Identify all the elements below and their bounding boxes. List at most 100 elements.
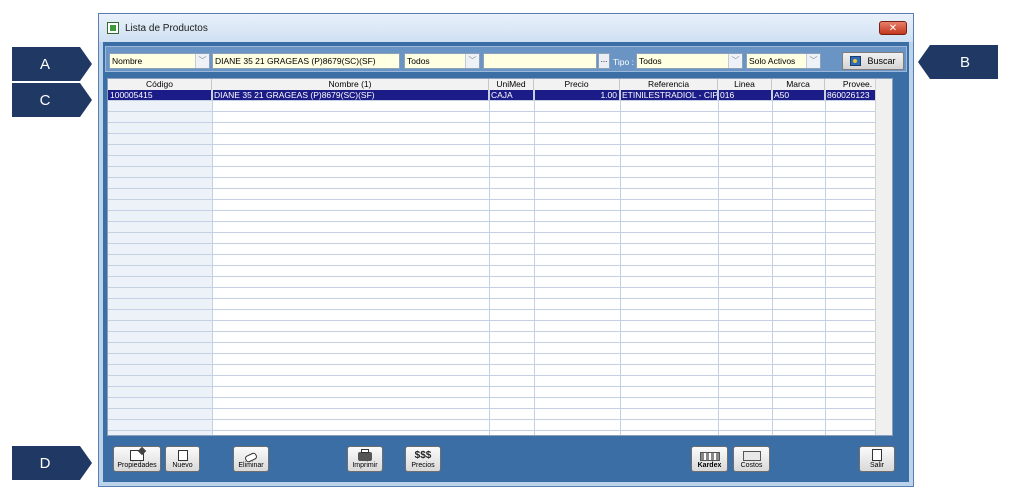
table-row[interactable] (108, 266, 892, 277)
edit-icon (130, 450, 144, 461)
window-title: Lista de Productos (125, 22, 208, 34)
table-row[interactable] (108, 343, 892, 354)
delete-button[interactable]: Eliminar (233, 446, 269, 472)
col-header-linea[interactable]: Linea (718, 79, 772, 90)
field-select[interactable]: Nombre ﹀ (109, 53, 210, 69)
col-header-referencia[interactable]: Referencia (620, 79, 718, 90)
table-row[interactable] (108, 288, 892, 299)
table-row[interactable] (108, 211, 892, 222)
exit-label: Salir (869, 462, 884, 469)
callout-d: D (12, 446, 92, 480)
new-button[interactable]: Nuevo (165, 446, 200, 472)
exit-icon (872, 449, 882, 461)
properties-label: Propiedades (117, 462, 157, 469)
column-separator (718, 90, 719, 435)
column-separator (825, 90, 826, 435)
cell-marca: A50 (772, 90, 825, 100)
table-row[interactable] (108, 145, 892, 156)
field-select-value: Nombre (112, 56, 143, 66)
costs-button[interactable]: Costos (733, 446, 770, 472)
table-row[interactable] (108, 200, 892, 211)
extra-input[interactable] (483, 53, 597, 69)
callout-b: B (918, 45, 998, 79)
kardex-button[interactable]: Kardex (691, 446, 728, 472)
vertical-scrollbar[interactable] (875, 79, 892, 435)
column-separator (534, 90, 535, 435)
column-separator (772, 90, 773, 435)
table-row[interactable] (108, 310, 892, 321)
table-row[interactable] (108, 156, 892, 167)
table-row[interactable]: 100005415 DIANE 35 21 GRAGEAS (P)8679(SC… (108, 90, 892, 101)
table-row[interactable] (108, 255, 892, 266)
chevron-down-icon: ﹀ (728, 54, 742, 68)
client-area: Nombre ﹀ DIANE 35 21 GRAGEAS (P)8679(SC)… (103, 42, 909, 482)
tipo-select[interactable]: Todos ﹀ (636, 53, 743, 69)
table-row[interactable] (108, 101, 892, 112)
chevron-down-icon: ﹀ (465, 54, 479, 68)
product-grid[interactable]: Código Nombre (1) UniMed Precio Referenc… (107, 78, 893, 436)
table-row[interactable] (108, 398, 892, 409)
app-icon (107, 22, 119, 34)
table-row[interactable] (108, 134, 892, 145)
table-row[interactable] (108, 409, 892, 420)
tipo-label: Tipo : (613, 57, 634, 67)
ellipsis-button[interactable]: ... (598, 53, 610, 69)
table-row[interactable] (108, 244, 892, 255)
costs-icon (742, 451, 761, 461)
product-list-window: Lista de Productos ✕ Nombre ﹀ DIANE 35 2… (98, 13, 914, 487)
col-header-nombre[interactable]: Nombre (1) (212, 79, 489, 90)
cell-linea: 016 (718, 90, 772, 100)
search-image-icon (850, 56, 862, 66)
table-row[interactable] (108, 178, 892, 189)
search-input-value: DIANE 35 21 GRAGEAS (P)8679(SC)(SF) (215, 56, 376, 66)
table-row[interactable] (108, 299, 892, 310)
kardex-label: Kardex (697, 462, 722, 469)
table-row[interactable] (108, 376, 892, 387)
callout-c: C (12, 83, 92, 117)
table-row[interactable] (108, 233, 892, 244)
kardex-icon (699, 452, 720, 461)
close-button[interactable]: ✕ (879, 21, 907, 35)
col-header-marca[interactable]: Marca (772, 79, 825, 90)
costs-label: Costos (740, 462, 763, 469)
column-separator (212, 90, 213, 435)
status-select-value: Solo Activos (749, 56, 796, 66)
exit-button[interactable]: Salir (859, 446, 895, 472)
col-header-precio[interactable]: Precio (534, 79, 620, 90)
scope-select[interactable]: Todos ﹀ (404, 53, 480, 69)
print-label: Imprimir (352, 462, 378, 469)
search-button[interactable]: Buscar (842, 52, 904, 70)
cell-precio: 1.00 (534, 90, 620, 100)
new-document-icon (177, 450, 188, 461)
dollar-icon: $$$ (414, 450, 432, 461)
col-header-codigo[interactable]: Código (108, 79, 212, 90)
callout-a: A (12, 47, 92, 81)
scope-select-value: Todos (407, 56, 430, 66)
table-row[interactable] (108, 321, 892, 332)
table-row[interactable] (108, 112, 892, 123)
close-icon: ✕ (888, 22, 898, 34)
table-row[interactable] (108, 387, 892, 398)
table-row[interactable] (108, 167, 892, 178)
prices-button[interactable]: $$$ Precios (405, 446, 441, 472)
table-row[interactable] (108, 277, 892, 288)
table-row[interactable] (108, 189, 892, 200)
table-row[interactable] (108, 222, 892, 233)
column-separator (620, 90, 621, 435)
properties-button[interactable]: Propiedades (113, 446, 161, 472)
table-row[interactable] (108, 365, 892, 376)
chevron-down-icon: ﹀ (195, 54, 209, 68)
cell-codigo: 100005415 (108, 90, 212, 100)
search-button-label: Buscar (867, 56, 896, 66)
table-row[interactable] (108, 332, 892, 343)
table-row[interactable] (108, 123, 892, 134)
col-header-unimed[interactable]: UniMed (489, 79, 534, 90)
table-row[interactable] (108, 354, 892, 365)
chevron-down-icon: ﹀ (806, 54, 820, 68)
column-separator (489, 90, 490, 435)
print-button[interactable]: Imprimir (347, 446, 383, 472)
printer-icon (358, 449, 372, 461)
table-row[interactable] (108, 420, 892, 431)
search-input[interactable]: DIANE 35 21 GRAGEAS (P)8679(SC)(SF) (212, 53, 400, 69)
status-select[interactable]: Solo Activos ﹀ (746, 53, 821, 69)
